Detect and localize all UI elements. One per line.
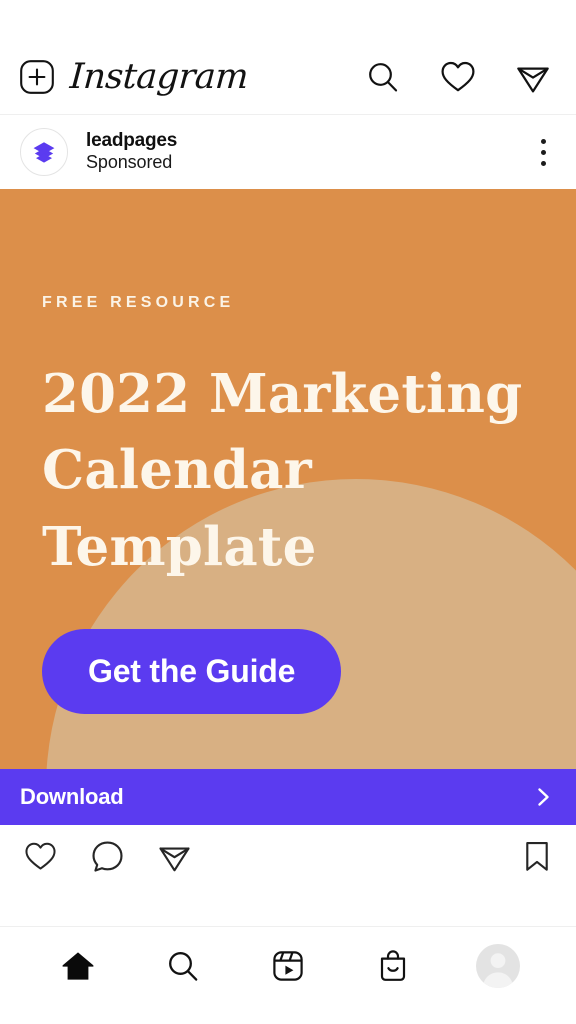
post-action-row <box>0 825 576 887</box>
get-the-guide-button[interactable]: Get the Guide <box>42 628 342 714</box>
content-filler <box>0 887 576 926</box>
paper-plane-icon[interactable] <box>516 60 550 94</box>
ad-headline: 2022 Marketing Calendar Template <box>42 356 536 585</box>
ad-creative[interactable]: FREE RESOURCE 2022 Marketing Calendar Te… <box>0 189 576 769</box>
avatar-icon <box>475 943 520 988</box>
kebab-dot <box>540 160 546 166</box>
tab-home[interactable] <box>49 937 107 995</box>
home-indicator-area <box>0 1004 576 1024</box>
download-label: Download <box>20 784 124 809</box>
instagram-wordmark: Instagram <box>68 56 250 97</box>
kebab-dot <box>540 149 546 155</box>
search-icon <box>166 949 200 983</box>
tab-search[interactable] <box>154 937 212 995</box>
reels-icon <box>271 949 305 983</box>
kebab-menu-icon[interactable] <box>530 132 556 172</box>
plus-square-icon[interactable] <box>18 58 56 96</box>
shopping-bag-icon <box>377 949 409 983</box>
top-app-bar: Instagram <box>0 40 576 114</box>
get-the-guide-label: Get the Guide <box>88 653 296 690</box>
tab-shop[interactable] <box>364 937 422 995</box>
leadpages-layers-logo <box>29 137 59 167</box>
chevron-right-icon[interactable] <box>532 786 554 808</box>
home-icon <box>61 950 95 982</box>
ad-creative-content: FREE RESOURCE 2022 Marketing Calendar Te… <box>0 189 576 769</box>
bottom-tab-bar <box>0 926 576 1004</box>
appbar-actions <box>366 60 554 94</box>
tab-profile[interactable] <box>469 937 527 995</box>
tab-reels[interactable] <box>259 937 317 995</box>
instagram-app-screen: Instagram leadpages Sponsored FREE RESOU… <box>0 0 576 1024</box>
post-username[interactable]: leadpages <box>86 130 177 152</box>
avatar[interactable] <box>20 128 68 176</box>
paper-plane-icon[interactable] <box>158 840 191 873</box>
ad-headline-line-1: 2022 Marketing <box>42 363 523 425</box>
post-action-row-left <box>24 840 191 873</box>
ad-headline-line-2: Calendar Template <box>42 439 317 578</box>
bookmark-icon[interactable] <box>522 840 552 873</box>
post-meta: leadpages Sponsored <box>86 130 177 174</box>
comment-bubble-icon[interactable] <box>91 840 124 873</box>
post-header: leadpages Sponsored <box>0 114 576 189</box>
kebab-dot <box>540 138 546 144</box>
search-icon[interactable] <box>366 60 400 94</box>
heart-icon[interactable] <box>24 841 57 872</box>
download-cta-bar[interactable]: Download <box>0 769 576 825</box>
status-bar-spacer <box>0 0 576 40</box>
ad-eyebrow-label: FREE RESOURCE <box>42 294 235 311</box>
post-sponsored-label: Sponsored <box>86 152 173 173</box>
heart-icon[interactable] <box>440 60 476 94</box>
